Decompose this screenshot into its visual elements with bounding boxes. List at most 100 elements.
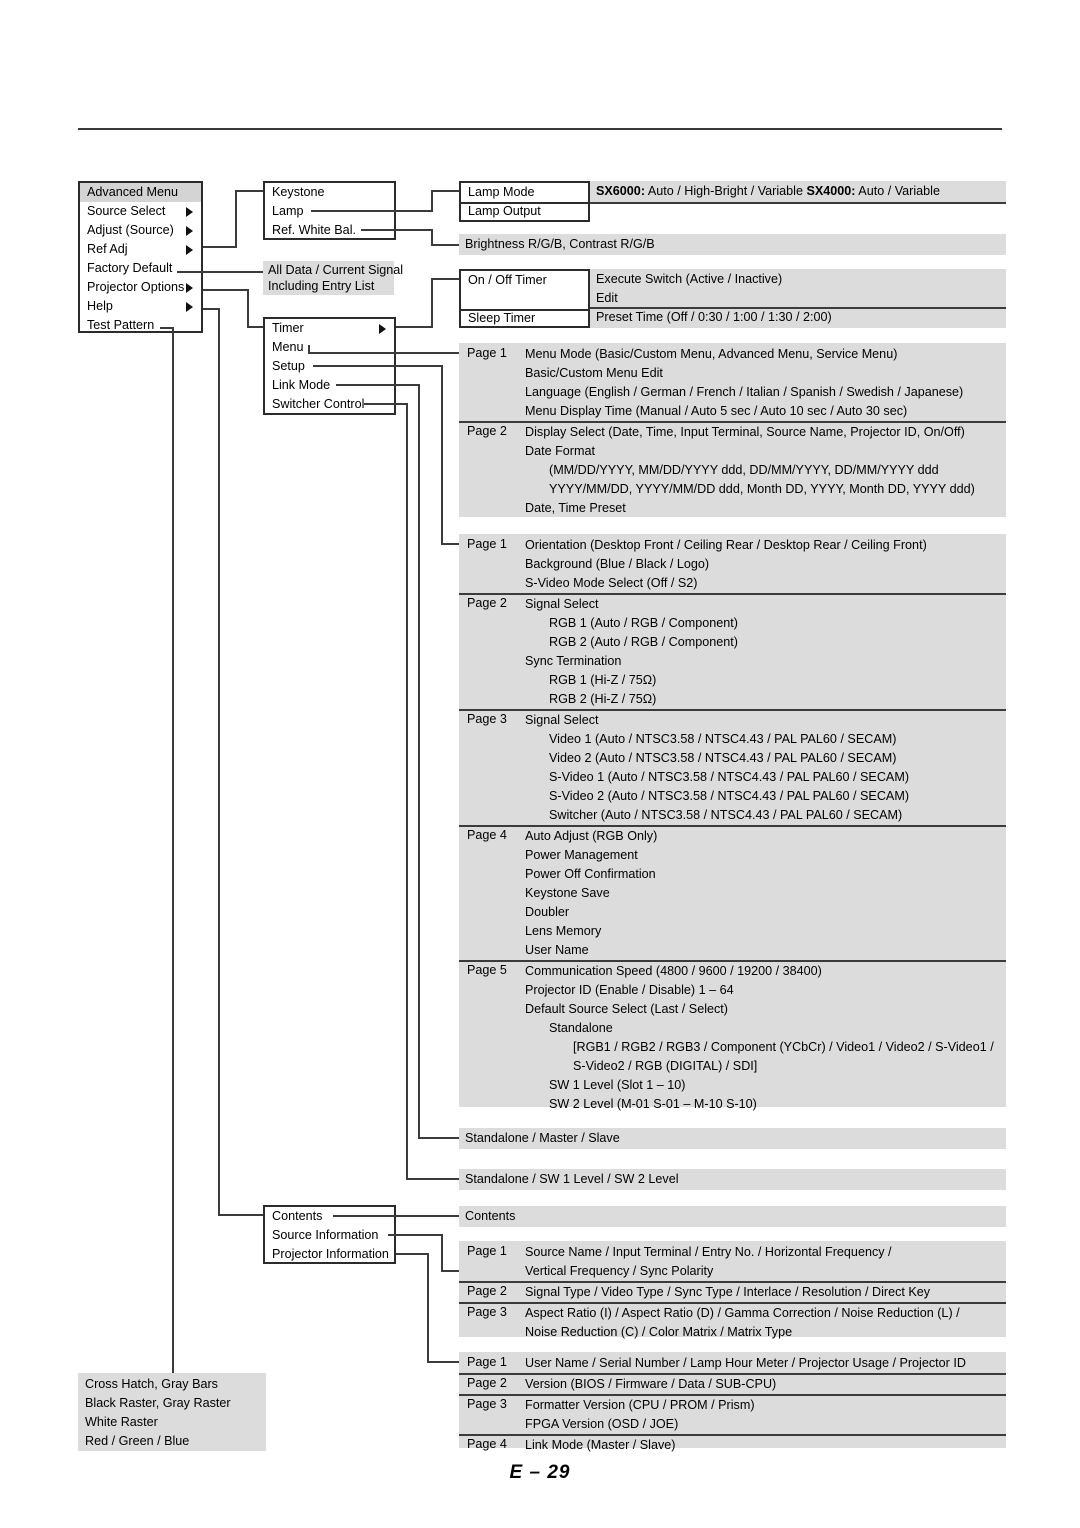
page-label: Page 2	[467, 1376, 507, 1390]
test-pattern-line: Cross Hatch, Gray Bars	[85, 1377, 218, 1391]
header-rule	[78, 128, 1002, 130]
test-pattern-line: Red / Green / Blue	[85, 1434, 190, 1448]
setup-option-line: Lens Memory	[525, 924, 602, 938]
advanced-menu-box: Advanced Menu Source Select Adjust (Sour…	[78, 181, 203, 333]
setup-option-line: RGB 2 (Hi-Z / 75Ω)	[549, 692, 657, 706]
lamp-submenu-box: Lamp Mode Lamp Output	[459, 181, 590, 222]
projector-info-line: Formatter Version (CPU / PROM / Prism)	[525, 1398, 755, 1412]
menu-item-lamp-output[interactable]: Lamp Output	[461, 202, 588, 221]
menu-page-divider	[459, 421, 1006, 423]
sidebar-item-label: Factory Default	[87, 261, 173, 275]
connector	[406, 1178, 459, 1180]
page-label: Page 4	[467, 828, 507, 842]
menu-option-line: Language (English / German / French / It…	[525, 385, 964, 399]
setup-option-line: Keystone Save	[525, 886, 610, 900]
setup-option-line: Doubler	[525, 905, 570, 919]
sidebar-item-help[interactable]: Help	[80, 297, 201, 316]
connector	[441, 1270, 459, 1272]
sidebar-item-test-pattern[interactable]: Test Pattern	[80, 316, 201, 335]
setup-option-line: Video 1 (Auto / NTSC3.58 / NTSC4.43 / PA…	[549, 732, 897, 746]
page-label: Page 1	[467, 537, 507, 551]
connector	[247, 289, 249, 327]
lamp-values-divider	[590, 202, 1006, 204]
setup-option-line: [RGB1 / RGB2 / RGB3 / Component (YCbCr) …	[573, 1040, 994, 1054]
lamp-mode-values-panel: SX6000: Auto / High-Bright / Variable SX…	[590, 181, 1006, 202]
connector	[431, 190, 433, 212]
projector-information-values-panel: Page 1 User Name / Serial Number / Lamp …	[459, 1352, 1006, 1452]
setup-option-line: Power Off Confirmation	[525, 867, 656, 881]
connector	[441, 365, 443, 545]
connector	[431, 278, 433, 328]
menu-item-lamp-mode[interactable]: Lamp Mode	[461, 183, 588, 202]
connector	[218, 1214, 263, 1216]
page-label: Page 1	[467, 1244, 507, 1258]
projector-info-page-divider	[459, 1373, 1006, 1375]
setup-option-line: RGB 1 (Auto / RGB / Component)	[549, 616, 738, 630]
setup-option-line: Switcher (Auto / NTSC3.58 / NTSC4.43 / P…	[549, 808, 903, 822]
contents-values-panel: Contents	[459, 1206, 1006, 1227]
page-label: Page 3	[467, 1397, 507, 1411]
setup-option-line: Communication Speed (4800 / 9600 / 19200…	[525, 964, 822, 978]
page-label: Page 2	[467, 424, 507, 438]
connector	[235, 190, 237, 248]
chevron-right-icon	[379, 324, 386, 334]
link-mode-values-panel: Standalone / Master / Slave	[459, 1128, 1006, 1149]
setup-option-line: S-Video2 / RGB (DIGITAL) / SDI]	[573, 1059, 758, 1073]
menu-item-sleep-timer[interactable]: Sleep Timer	[461, 309, 588, 328]
setup-option-line: Sync Termination	[525, 654, 622, 668]
setup-option-line: Auto Adjust (RGB Only)	[525, 829, 658, 843]
link-mode-values: Standalone / Master / Slave	[465, 1131, 620, 1145]
source-info-page-divider	[459, 1302, 1006, 1304]
test-pattern-line: Black Raster, Gray Raster	[85, 1396, 231, 1410]
projector-info-page-divider	[459, 1434, 1006, 1436]
source-information-values-panel: Page 1 Source Name / Input Terminal / En…	[459, 1241, 1006, 1339]
menu-option-line: Date Format	[525, 444, 595, 458]
connector	[418, 1137, 459, 1139]
sidebar-item-adjust-source[interactable]: Adjust (Source)	[80, 221, 201, 240]
setup-option-line: SW 2 Level (M-01 S-01 – M-10 S-10)	[549, 1097, 757, 1111]
connector	[218, 308, 220, 1215]
menu-item-projector-information[interactable]: Projector Information	[265, 1245, 394, 1264]
timer-values-divider	[590, 307, 1006, 309]
connector	[364, 403, 408, 405]
connector	[396, 326, 433, 328]
menu-item-label: Sleep Timer	[468, 311, 536, 325]
sidebar-item-ref-adj[interactable]: Ref Adj	[80, 240, 201, 259]
menu-item-menu[interactable]: Menu	[265, 338, 394, 357]
setup-option-line: Orientation (Desktop Front / Ceiling Rea…	[525, 538, 927, 552]
on-off-timer-value: Execute Switch (Active / Inactive)	[596, 272, 783, 286]
menu-item-timer[interactable]: Timer	[265, 319, 394, 338]
menu-values-panel: Page 1 Menu Mode (Basic/Custom Menu, Adv…	[459, 343, 1006, 517]
connector	[336, 384, 420, 386]
setup-option-line: S-Video 2 (Auto / NTSC3.58 / NTSC4.43 / …	[549, 789, 910, 803]
sidebar-item-factory-default[interactable]: Factory Default	[80, 259, 201, 278]
sidebar-item-label: Source Select	[87, 204, 166, 218]
setup-option-line: Standalone	[549, 1021, 613, 1035]
menu-item-on-off-timer[interactable]: On / Off Timer	[461, 271, 588, 290]
connector	[431, 190, 459, 192]
source-info-line: Source Name / Input Terminal / Entry No.…	[525, 1245, 892, 1259]
contents-value: Contents	[465, 1209, 516, 1223]
sidebar-item-label: Help	[87, 299, 113, 313]
connector	[431, 278, 459, 280]
connector	[333, 1215, 459, 1217]
sx4000-value: Auto / Variable	[855, 184, 940, 198]
factory-default-line: Including Entry List	[268, 279, 375, 293]
setup-option-line: Background (Blue / Black / Logo)	[525, 557, 710, 571]
chevron-right-icon	[186, 226, 193, 236]
projector-info-page-divider	[459, 1394, 1006, 1396]
menu-option-line: Menu Display Time (Manual / Auto 5 sec /…	[525, 404, 908, 418]
connector	[177, 271, 263, 273]
sidebar-item-projector-options[interactable]: Projector Options	[80, 278, 201, 297]
connector	[203, 289, 249, 291]
connector	[172, 327, 174, 1373]
sidebar-item-label: Projector Options	[87, 280, 185, 294]
menu-item-source-information[interactable]: Source Information	[265, 1226, 394, 1245]
connector	[427, 1361, 459, 1363]
sidebar-item-source-select[interactable]: Source Select	[80, 202, 201, 221]
menu-item-keystone[interactable]: Keystone	[265, 183, 394, 202]
sidebar-item-label: Adjust (Source)	[87, 223, 174, 237]
setup-option-line: RGB 2 (Auto / RGB / Component)	[549, 635, 738, 649]
chevron-right-icon	[186, 283, 193, 293]
connector	[310, 352, 459, 354]
